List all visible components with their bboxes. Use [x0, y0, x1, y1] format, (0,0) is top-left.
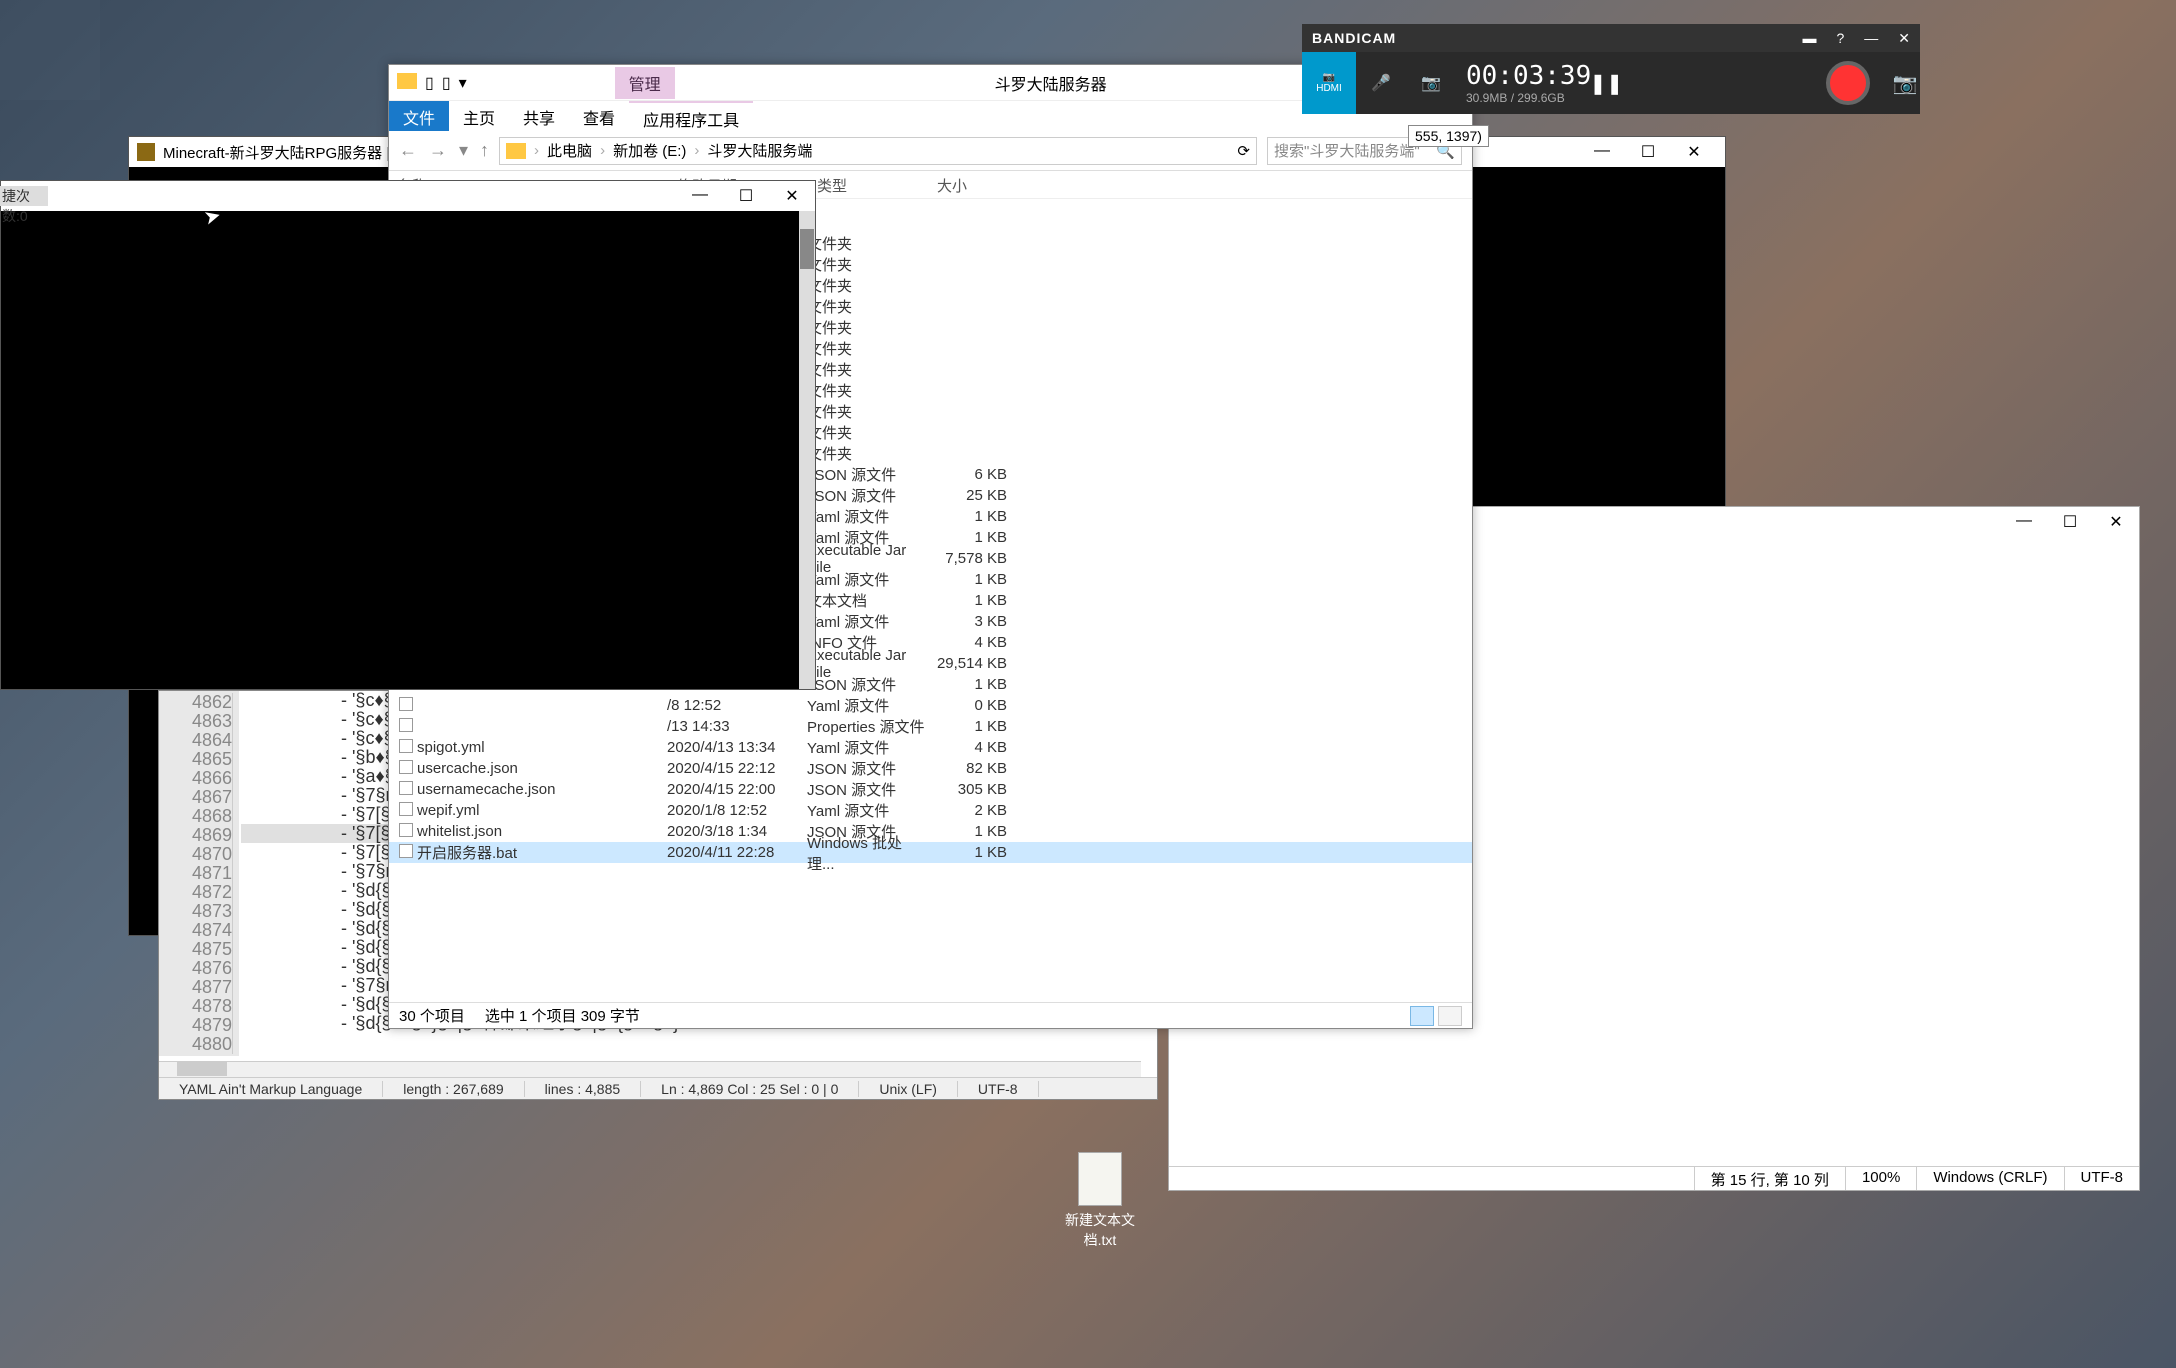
npp-line-gutter: 4862486348644865486648674868486948704871… — [159, 691, 239, 1056]
desktop-file-icon[interactable]: 新建文本文档.txt — [1060, 1152, 1140, 1250]
notepad-status-enc: UTF-8 — [2064, 1167, 2140, 1190]
pause-button[interactable]: ❚❚ — [1591, 71, 1621, 96]
file-row[interactable]: usernamecache.json 2020/4/15 22:00 JSON … — [389, 779, 1472, 800]
npp-status-pos: Ln : 4,869 Col : 25 Sel : 0 | 0 — [641, 1081, 859, 1097]
tray-icon[interactable]: ▬ — [1802, 30, 1816, 47]
column-header-size[interactable]: 大小 — [929, 171, 1009, 198]
ribbon-tab-view[interactable]: 查看 — [569, 101, 629, 131]
qat-button[interactable]: ▯ — [442, 73, 451, 93]
npp-status-eol: Unix (LF) — [859, 1081, 958, 1097]
file-row[interactable]: /13 14:33 Properties 源文件 1 KB — [389, 716, 1472, 737]
record-button[interactable] — [1826, 61, 1870, 105]
view-details-button[interactable] — [1410, 1006, 1434, 1026]
qat-button[interactable]: ▯ — [425, 73, 434, 93]
nav-forward-button[interactable]: → — [429, 140, 447, 161]
text-file-icon — [1078, 1152, 1122, 1206]
screenshot-button[interactable]: 📷 — [1890, 71, 1920, 96]
desktop-icon-label: 新建文本文档.txt — [1060, 1210, 1140, 1250]
explorer-statusbar: 30 个项目 选中 1 个项目 309 字节 — [389, 1002, 1472, 1028]
bandicam-titlebar[interactable]: BANDICAM ▬ ? — ✕ — [1302, 24, 1920, 52]
close-button[interactable]: ✕ — [1671, 142, 1717, 162]
notepad-status-pos: 第 15 行, 第 10 列 — [1694, 1167, 1845, 1190]
maximize-button[interactable]: ☐ — [2047, 512, 2093, 532]
minimize-button[interactable]: — — [1579, 142, 1625, 162]
console-titlebar[interactable]: — ☐ ✕ — [1, 181, 815, 211]
bandicam-window[interactable]: BANDICAM ▬ ? — ✕ 📷 HDMI 🎤 📷 00:03:39 30.… — [1302, 24, 1920, 114]
cursor-coordinates-tooltip: 555, 1397) — [1408, 125, 1489, 147]
minimize-button[interactable]: — — [2001, 512, 2047, 532]
npp-status-enc: UTF-8 — [958, 1081, 1039, 1097]
record-mode-hdmi[interactable]: 📷 HDMI — [1302, 52, 1356, 114]
minimize-button[interactable]: — — [677, 186, 723, 206]
breadcrumb[interactable]: › 此电脑 › 新加卷 (E:) › 斗罗大陆服务端 ⟳ — [499, 137, 1257, 165]
npp-status-lang: YAML Ain't Markup Language — [159, 1081, 383, 1097]
notepad-status-zoom: 100% — [1845, 1167, 1916, 1190]
file-row[interactable]: wepif.yml 2020/1/8 12:52 Yaml 源文件 2 KB — [389, 800, 1472, 821]
drive-icon — [506, 143, 526, 159]
notepad-statusbar: 第 15 行, 第 10 列 100% Windows (CRLF) UTF-8 — [1169, 1166, 2139, 1190]
breadcrumb-item[interactable]: 新加卷 (E:) — [613, 140, 686, 161]
file-row[interactable]: spigot.yml 2020/4/13 13:34 Yaml 源文件 4 KB — [389, 737, 1472, 758]
nav-back-button[interactable]: ← — [399, 140, 417, 161]
record-timer: 00:03:39 — [1466, 61, 1591, 91]
breadcrumb-item[interactable]: 此电脑 — [547, 140, 592, 161]
explorer-title-text: 斗罗大陆服务器 — [995, 71, 1107, 95]
maximize-button[interactable]: ☐ — [1625, 142, 1671, 162]
close-button[interactable]: ✕ — [2093, 512, 2139, 532]
npp-statusbar: YAML Ain't Markup Language length : 267,… — [159, 1077, 1157, 1099]
ribbon-tab-apptools[interactable]: 应用程序工具 — [629, 101, 753, 131]
minimize-button[interactable]: — — [1864, 30, 1878, 47]
ribbon-tab-home[interactable]: 主页 — [449, 101, 509, 131]
webcam-icon[interactable]: 📷 — [1406, 73, 1456, 93]
breadcrumb-item[interactable]: 斗罗大陆服务端 — [707, 140, 812, 161]
close-button[interactable]: ✕ — [1898, 30, 1910, 47]
console-window: — ☐ ✕ — [0, 180, 816, 690]
console-scrollbar[interactable] — [799, 211, 815, 689]
file-row[interactable]: whitelist.json 2020/3/18 1:34 JSON 源文件 1… — [389, 821, 1472, 842]
nav-history-dropdown[interactable]: ▾ — [459, 140, 468, 161]
file-row[interactable]: usercache.json 2020/4/15 22:12 JSON 源文件 … — [389, 758, 1472, 779]
folder-icon — [397, 73, 417, 89]
npp-scrollbar-h[interactable] — [159, 1061, 1141, 1077]
maximize-button[interactable]: ☐ — [723, 186, 769, 206]
file-row[interactable]: /8 12:52 Yaml 源文件 0 KB — [389, 695, 1472, 716]
bandicam-logo: BANDICAM — [1312, 30, 1396, 46]
ribbon-tab-file[interactable]: 文件 — [389, 101, 449, 131]
status-selection: 选中 1 个项目 309 字节 — [485, 1005, 640, 1026]
ribbon-contextual-tab-manage[interactable]: 管理 — [615, 67, 675, 99]
notepad-status-eol: Windows (CRLF) — [1916, 1167, 2063, 1190]
npp-status-length: length : 267,689 — [383, 1081, 524, 1097]
help-icon[interactable]: ? — [1836, 30, 1844, 47]
file-row[interactable]: 开启服务器.bat 2020/4/11 22:28 Windows 批处理...… — [389, 842, 1472, 863]
column-header-type[interactable]: 类型 — [809, 171, 929, 198]
console-title-fragment: 捷次数:0 — [0, 186, 48, 206]
nav-up-button[interactable]: ↑ — [480, 140, 489, 161]
refresh-icon[interactable]: ⟳ — [1237, 142, 1250, 160]
view-icons-button[interactable] — [1438, 1006, 1462, 1026]
storage-info: 30.9MB / 299.6GB — [1466, 91, 1591, 105]
search-placeholder: 搜索"斗罗大陆服务端" — [1274, 140, 1420, 161]
qat-dropdown[interactable]: ▾ — [459, 73, 467, 93]
status-item-count: 30 个项目 — [399, 1005, 465, 1026]
minecraft-app-icon — [137, 143, 155, 161]
close-button[interactable]: ✕ — [769, 186, 815, 206]
npp-status-lines: lines : 4,885 — [525, 1081, 642, 1097]
ribbon-tab-share[interactable]: 共享 — [509, 101, 569, 131]
mic-icon[interactable]: 🎤 — [1356, 73, 1406, 93]
